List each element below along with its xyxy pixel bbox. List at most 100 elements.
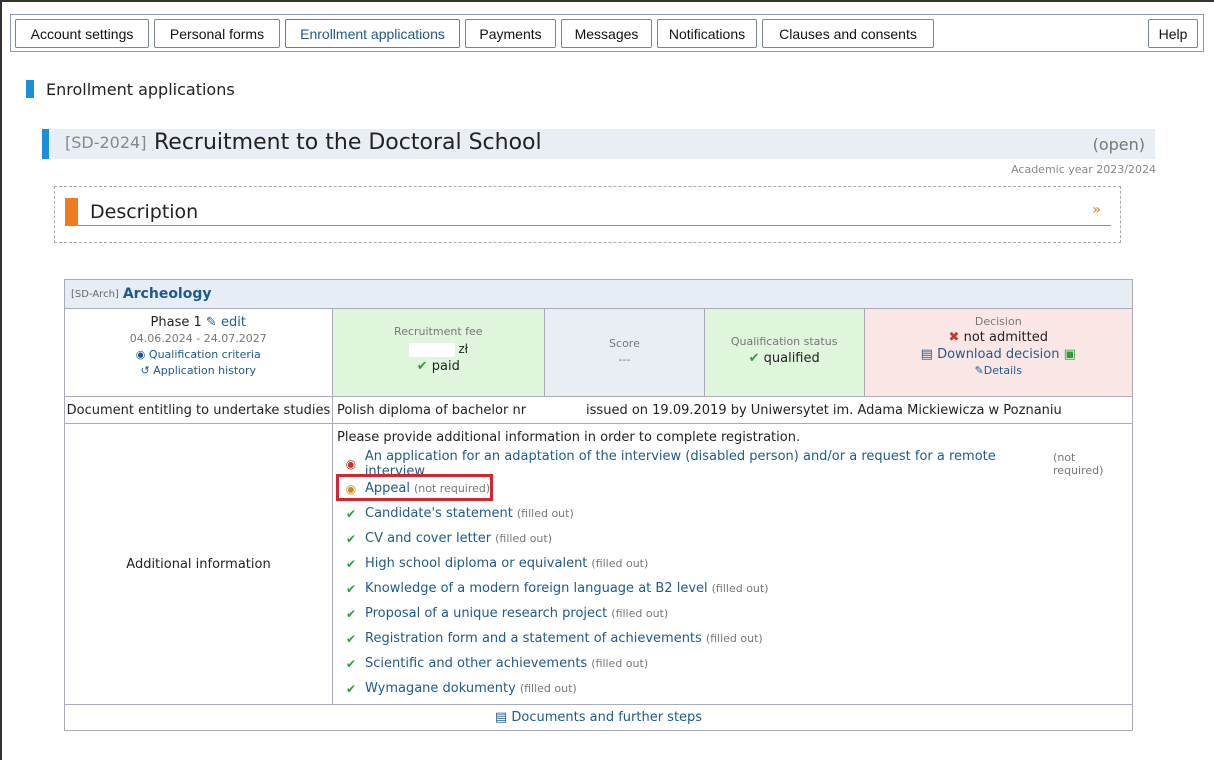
diploma-text: Polish diploma of bachelor nr [337, 402, 527, 418]
footer-row: ▤ Documents and further steps [65, 705, 1132, 730]
tab-bar: Account settings Personal forms Enrollme… [10, 14, 1204, 52]
phase-row: Phase 1 ✎ edit 04.06.2024 - 24.07.2027 ◉… [65, 309, 1133, 397]
form-status: (filled out) [591, 657, 649, 670]
decision-value: not admitted [963, 330, 1048, 345]
check-circle-icon: ✔ [345, 606, 357, 621]
check-circle-icon: ✔ [345, 531, 357, 546]
edit-link[interactable]: ✎ edit [206, 315, 246, 330]
check-circle-icon: ✔ [345, 556, 357, 571]
phase-label: Phase 1 [150, 315, 202, 330]
dot-circle-icon: ◉ [345, 456, 357, 471]
document-value: Polish diploma of bachelor nr issued on … [333, 397, 1132, 423]
additional-info-label: Additional information [65, 424, 333, 704]
form-link[interactable]: High school diploma or equivalent [365, 556, 587, 571]
additional-info-intro: Please provide additional information in… [337, 430, 801, 445]
fee-title: Recruitment fee [394, 325, 483, 338]
form-status: (filled out) [611, 607, 669, 620]
tab-notifications[interactable]: Notifications [657, 19, 757, 48]
tag-icon: ✎ [974, 364, 984, 377]
recruitment-name: Recruitment to the Doctoral School [154, 130, 542, 155]
form-link[interactable]: Registration form and a statement of ach… [365, 631, 702, 646]
check-circle-icon: ✔ [345, 506, 357, 521]
check-circle-icon: ✔ [345, 631, 357, 646]
list-item: ◉ An application for an adaptation of the… [337, 449, 1128, 479]
form-link[interactable]: Wymagane dokumenty [365, 681, 516, 696]
description-toggle[interactable]: Description » [65, 197, 1111, 226]
file-icon: ▤ [920, 347, 933, 362]
form-status: (filled out) [591, 557, 649, 570]
academic-year: Academic year 2023/2024 [1011, 163, 1156, 176]
check-circle-icon: ✔ [345, 681, 357, 696]
document-label: Document entitling to undertake studies [65, 397, 333, 423]
qualification-criteria-link[interactable]: ◉ Qualification criteria [65, 348, 332, 361]
form-link[interactable]: Knowledge of a modern foreign language a… [365, 581, 708, 596]
form-link[interactable]: Proposal of a unique research project [365, 606, 607, 621]
form-status: (filled out) [705, 632, 763, 645]
recruitment-title-bar: [SD-2024] Recruitment to the Doctoral Sc… [42, 129, 1155, 159]
description-panel: Description » [54, 186, 1121, 243]
tab-account-settings[interactable]: Account settings [15, 19, 149, 48]
additional-info-content: Please provide additional information in… [333, 424, 1132, 704]
check-circle-icon: ✔ [748, 351, 760, 366]
score-title: Score [609, 337, 640, 350]
check-circle-icon: ✔ [345, 656, 357, 671]
list-item: ✔ Knowledge of a modern foreign language … [337, 576, 1128, 601]
form-link[interactable]: Scientific and other achievements [365, 656, 587, 671]
form-status: (not required) [1053, 450, 1104, 477]
score-cell: Score --- [545, 309, 705, 396]
list-item: ✔ Wymagane dokumenty (filled out) [337, 676, 1128, 701]
fee-cell: Recruitment fee zł ✔ paid [332, 309, 546, 396]
qualification-value: qualified [763, 351, 820, 366]
recruitment-code: [SD-2024] [65, 133, 147, 152]
application-table: [SD-Arch] Archeology Phase 1 ✎ edit 04.0… [64, 279, 1133, 731]
tab-messages[interactable]: Messages [561, 19, 652, 48]
tab-clauses-and-consents[interactable]: Clauses and consents [762, 19, 934, 48]
list-item: ✔ High school diploma or equivalent (fille… [337, 551, 1128, 576]
edit-icon: ✎ [205, 315, 217, 330]
score-value: --- [618, 353, 631, 366]
issued-text: issued on 19.09.2019 by Uniwersytet im. … [586, 402, 1062, 418]
lock-icon: ▣ [1063, 347, 1076, 362]
tab-enrollment-applications[interactable]: Enrollment applications [285, 19, 460, 48]
recruitment-status: (open) [1092, 135, 1145, 154]
documents-further-steps-link[interactable]: ▤ Documents and further steps [495, 710, 702, 725]
section-header: Enrollment applications [26, 79, 235, 99]
document-row: Document entitling to undertake studies … [65, 397, 1132, 424]
chevron-double-down-icon[interactable]: » [1092, 202, 1101, 218]
section-title: Enrollment applications [46, 79, 235, 99]
history-icon: ↺ [140, 364, 150, 377]
description-accent-bar [65, 197, 78, 226]
form-link[interactable]: CV and cover letter [365, 531, 491, 546]
list-item: ✔ Proposal of a unique research project (f… [337, 601, 1128, 626]
form-link[interactable]: Candidate's statement [365, 506, 513, 521]
x-circle-icon: ✖ [948, 330, 960, 345]
programme-name[interactable]: Archeology [123, 286, 212, 302]
phase-dates: 04.06.2024 - 24.07.2027 [129, 332, 267, 345]
list-item: ✔ Registration form and a statement of ac… [337, 626, 1128, 651]
fee-currency: zł [458, 342, 469, 356]
fee-status: paid [431, 358, 460, 374]
section-accent-bar [26, 80, 34, 98]
tab-payments[interactable]: Payments [465, 19, 556, 48]
form-status: (filled out) [519, 682, 577, 695]
fee-amount-redacted [408, 342, 455, 357]
list-item: ✔ Candidate's statement (filled out) [337, 501, 1128, 526]
decision-title: Decision [974, 315, 1022, 328]
programme-code: [SD-Arch] [71, 288, 119, 300]
tab-personal-forms[interactable]: Personal forms [154, 19, 280, 48]
form-status: (filled out) [516, 507, 574, 520]
details-link[interactable]: ✎Details [865, 364, 1133, 377]
list-item: ✔ Scientific and other achievements (fille… [337, 651, 1128, 676]
help-button[interactable]: Help [1148, 19, 1198, 48]
eye-icon: ◉ [135, 348, 146, 361]
form-status: (filled out) [495, 532, 552, 545]
description-label: Description [90, 200, 199, 223]
download-decision-link[interactable]: ▤ Download decision ▣ [865, 347, 1133, 362]
qualification-title: Qualification status [730, 335, 838, 348]
application-history-link[interactable]: ↺ Application history [65, 364, 332, 377]
qualification-cell: Qualification status ✔ qualified [704, 309, 865, 396]
list-item: ✔ CV and cover letter (filled out) [337, 526, 1128, 551]
form-status: (filled out) [711, 582, 769, 595]
programme-header: [SD-Arch] Archeology [65, 280, 1132, 309]
additional-info-row: Additional information Please provide ad… [65, 424, 1132, 705]
